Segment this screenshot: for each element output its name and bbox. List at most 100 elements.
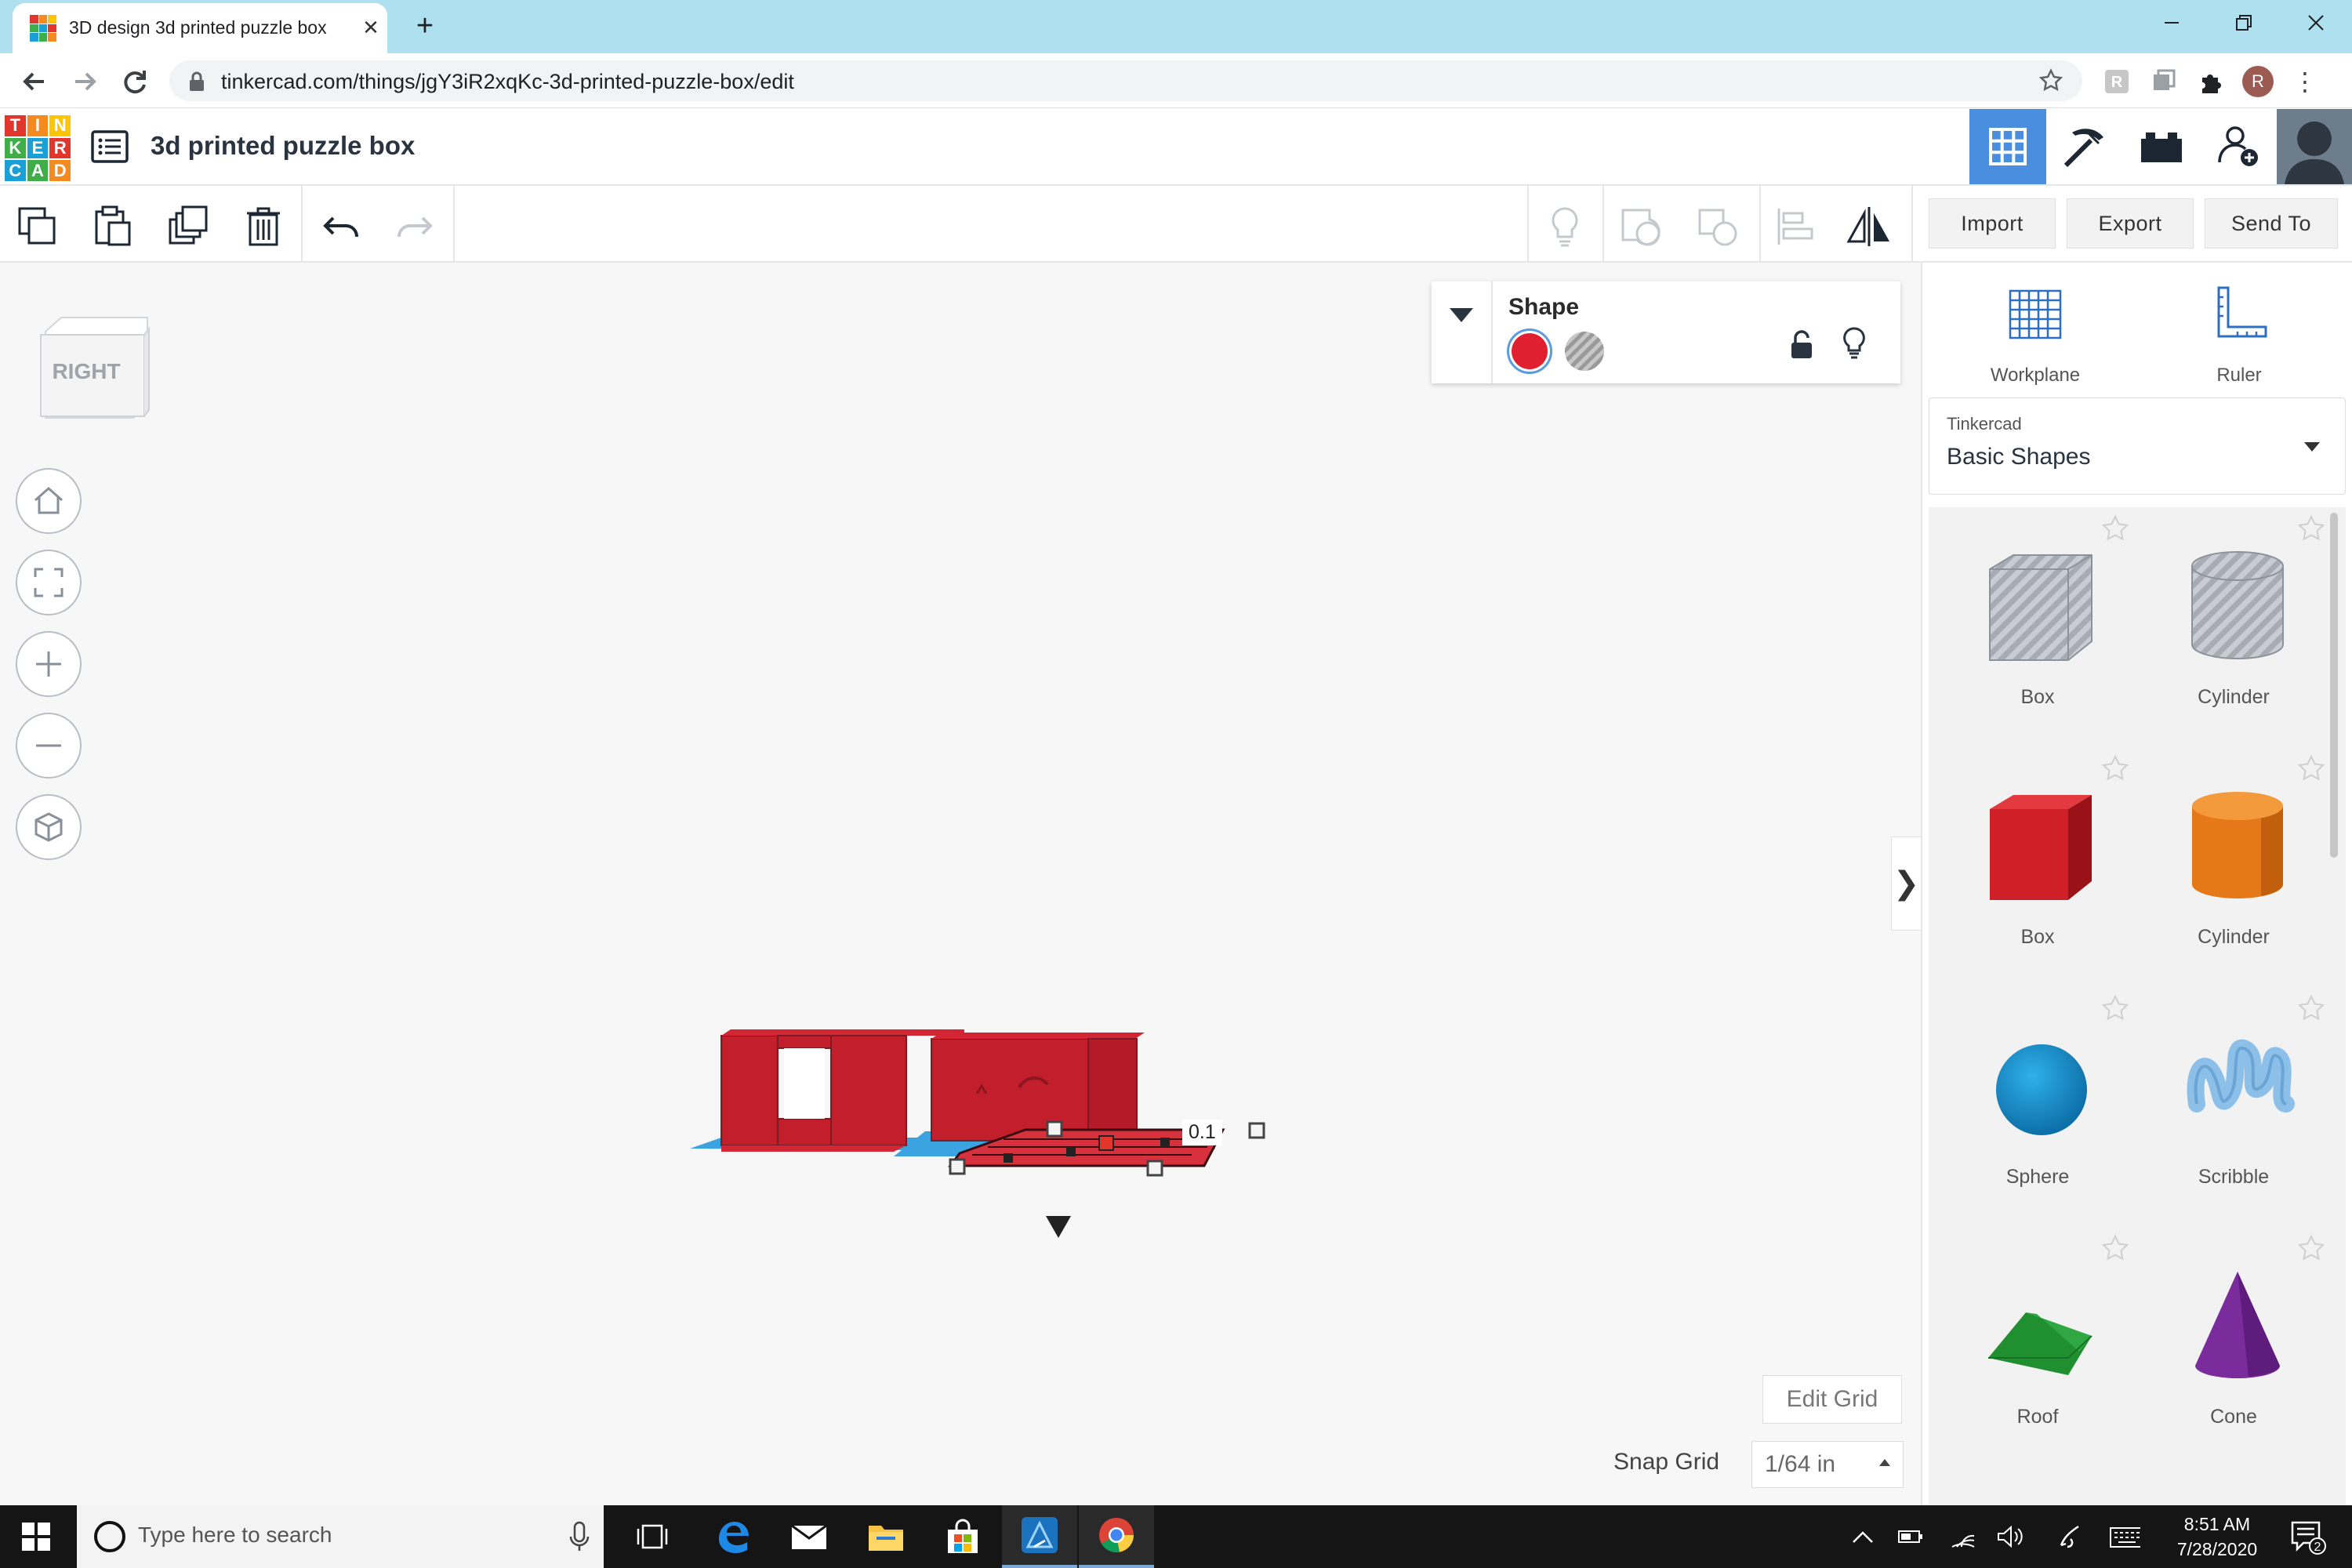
dimension-label[interactable]: 0.1 <box>1182 1120 1222 1145</box>
import-button[interactable]: Import <box>1929 198 2056 249</box>
duplicate-button[interactable] <box>163 201 213 252</box>
extension-r-icon[interactable]: R <box>2098 63 2136 100</box>
snap-grid-select[interactable]: 1/64 in <box>1751 1441 1904 1488</box>
align-button[interactable] <box>1770 201 1820 252</box>
favorite-star-icon[interactable] <box>2100 514 2131 549</box>
taskbar-affinity-app[interactable] <box>1002 1505 1077 1568</box>
lift-arrow-icon[interactable] <box>1046 1216 1071 1238</box>
blocks-pickaxe-button[interactable] <box>2046 109 2123 184</box>
task-view-button[interactable] <box>615 1505 690 1568</box>
lock-shape-button[interactable] <box>1789 330 1814 364</box>
favorite-star-icon[interactable] <box>2296 753 2327 789</box>
solid-color-button[interactable] <box>1507 328 1552 374</box>
box-right[interactable] <box>931 1033 1145 1142</box>
taskbar-edge-app[interactable] <box>695 1505 770 1568</box>
hole-button[interactable] <box>1565 332 1604 371</box>
edit-grid-button[interactable]: Edit Grid <box>1762 1375 1902 1424</box>
design-title[interactable]: 3d printed puzzle box <box>151 131 415 161</box>
close-window-button[interactable] <box>2280 0 2352 45</box>
taskbar-chrome-app[interactable] <box>1079 1505 1154 1568</box>
home-view-button[interactable] <box>16 468 82 534</box>
user-avatar[interactable] <box>2277 109 2352 184</box>
taskbar-file-explorer-app[interactable] <box>848 1505 924 1568</box>
invite-user-button[interactable] <box>2200 109 2277 184</box>
restore-button[interactable] <box>2208 0 2280 45</box>
shape-tile-cylinder[interactable]: Cylinder <box>2136 747 2332 987</box>
url-bar[interactable]: tinkercad.com/things/jgY3iR2xqKc-3d-prin… <box>169 60 2082 101</box>
shape-tile-sphere[interactable]: Sphere <box>1940 987 2136 1227</box>
profile-avatar-button[interactable]: R <box>2239 63 2277 100</box>
favorite-star-icon[interactable] <box>2100 1233 2131 1269</box>
resize-handle[interactable] <box>949 1158 966 1175</box>
ruler-tool[interactable]: Ruler <box>2176 280 2302 386</box>
shape-tile-box-hole[interactable]: Box <box>1940 507 2136 747</box>
wifi-icon[interactable] <box>1947 1521 1979 1552</box>
tray-overflow-icon[interactable] <box>1847 1521 1878 1552</box>
shape-tile-roof[interactable]: Roof <box>1940 1227 2136 1467</box>
3d-design-view-button[interactable] <box>1969 109 2046 184</box>
zoom-out-button[interactable] <box>16 713 82 779</box>
windows-start-icon[interactable] <box>20 1521 52 1556</box>
3d-workspace[interactable]: RIGHT Shape ❯ 0.1 Edit Grid Snap Grid 1/… <box>0 263 1921 1505</box>
bookmark-star-icon[interactable] <box>2038 68 2063 97</box>
perspective-button[interactable] <box>16 794 82 860</box>
delete-button[interactable] <box>238 201 289 252</box>
design-list-icon[interactable] <box>91 130 129 167</box>
volume-icon[interactable] <box>1994 1521 2026 1552</box>
resize-handle[interactable] <box>1146 1160 1163 1177</box>
notes-button[interactable] <box>1540 201 1590 252</box>
zoom-in-button[interactable] <box>16 631 82 697</box>
copy-button[interactable] <box>13 201 63 252</box>
taskbar-search-box[interactable]: Type here to search <box>77 1505 604 1568</box>
toggle-shape-panel-button[interactable]: ❯ <box>1891 837 1921 931</box>
lock-icon[interactable] <box>188 71 205 96</box>
paste-button[interactable] <box>88 201 138 252</box>
export-button[interactable]: Export <box>2067 198 2194 249</box>
show-shape-button[interactable] <box>1842 327 1866 364</box>
bricks-view-button[interactable] <box>2123 109 2200 184</box>
redo-button[interactable] <box>389 201 439 252</box>
extensions-puzzle-icon[interactable] <box>2192 63 2230 100</box>
workplane-tool[interactable]: Workplane <box>1973 280 2098 386</box>
microphone-icon[interactable] <box>569 1521 590 1556</box>
tinkercad-logo[interactable]: T I N K E R C A D <box>5 115 71 181</box>
favorite-star-icon[interactable] <box>2296 1233 2327 1269</box>
resize-handle[interactable] <box>1248 1122 1265 1139</box>
shape-tile-box[interactable]: Box <box>1940 747 2136 987</box>
keyboard-icon[interactable] <box>2109 1521 2140 1552</box>
new-tab-button[interactable]: + <box>408 9 442 44</box>
collapse-inspector-button[interactable] <box>1432 281 1493 383</box>
battery-icon[interactable] <box>1896 1521 1927 1552</box>
back-arrow-icon[interactable] <box>17 64 52 99</box>
ungroup-button[interactable] <box>1693 201 1744 252</box>
taskbar-clock[interactable]: 8:51 AM 7/28/2020 <box>2158 1512 2277 1562</box>
send-to-button[interactable]: Send To <box>2205 198 2338 249</box>
view-cube[interactable]: RIGHT <box>38 308 151 421</box>
tab-close-icon[interactable]: ✕ <box>358 14 384 41</box>
shape-tile-scribble[interactable]: Scribble <box>2136 987 2332 1227</box>
favorite-star-icon[interactable] <box>2100 993 2131 1029</box>
shape-tile-cone[interactable]: Cone <box>2136 1227 2332 1467</box>
chrome-menu-icon[interactable]: ⋮ <box>2286 63 2324 100</box>
resize-handle[interactable] <box>1046 1120 1063 1138</box>
action-center-button[interactable]: 2 <box>2289 1519 2327 1559</box>
favorite-star-icon[interactable] <box>2296 993 2327 1029</box>
minimize-button[interactable] <box>2136 0 2208 45</box>
favorite-star-icon[interactable] <box>2100 753 2131 789</box>
mirror-button[interactable] <box>1844 201 1894 252</box>
group-button[interactable] <box>1617 201 1667 252</box>
undo-button[interactable] <box>317 201 367 252</box>
shape-library-select[interactable]: Tinkercad Basic Shapes <box>1929 397 2346 495</box>
taskbar-store-app[interactable] <box>925 1505 1000 1568</box>
shapes-scrollbar[interactable] <box>2330 513 2338 858</box>
pen-workspace-icon[interactable] <box>2054 1521 2085 1552</box>
extension-copy-icon[interactable] <box>2145 63 2183 100</box>
browser-tab[interactable]: 3D design 3d printed puzzle box ✕ <box>13 3 387 53</box>
3d-scene[interactable] <box>674 1000 1270 1298</box>
reload-icon[interactable] <box>118 64 152 99</box>
forward-arrow-icon[interactable] <box>67 64 102 99</box>
fit-view-button[interactable] <box>16 550 82 615</box>
favorite-star-icon[interactable] <box>2296 514 2327 549</box>
shape-tile-cylinder-hole[interactable]: Cylinder <box>2136 507 2332 747</box>
taskbar-mail-app[interactable] <box>771 1505 847 1568</box>
